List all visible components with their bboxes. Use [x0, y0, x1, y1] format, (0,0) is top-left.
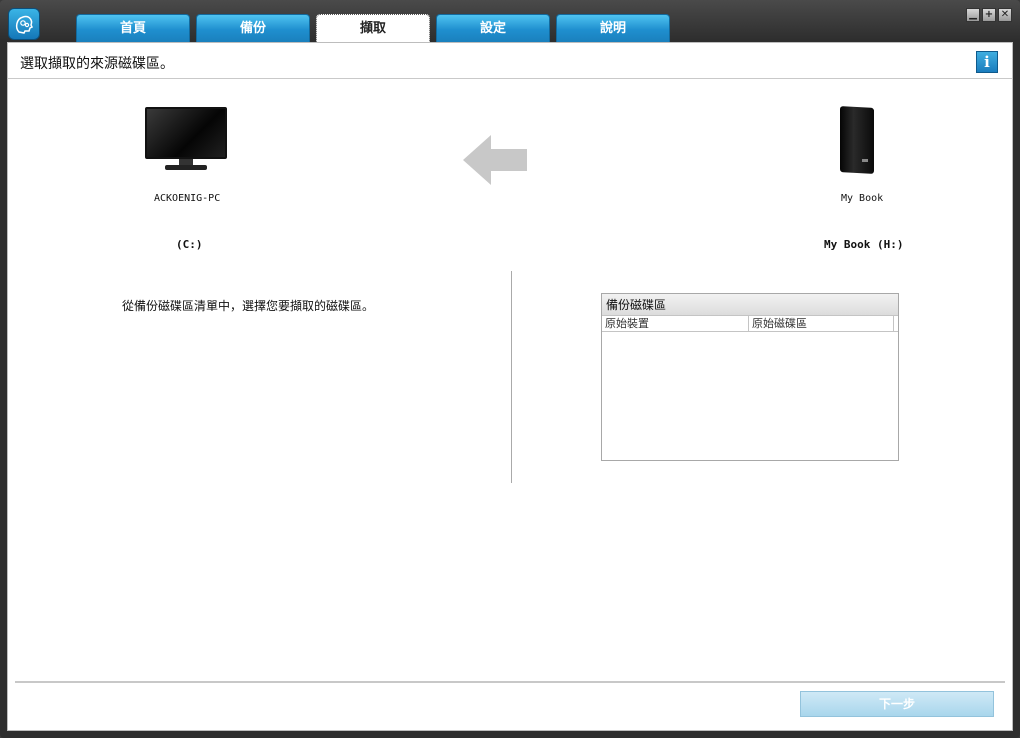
- content-panel: 選取擷取的來源磁碟區。 i ACKOENIG-PC (C:) My Book M…: [7, 42, 1013, 731]
- header-bar: 選取擷取的來源磁碟區。 i: [8, 43, 1012, 79]
- instruction-text: 從備份磁碟區清單中，選擇您要擷取的磁碟區。: [122, 299, 375, 313]
- next-button[interactable]: 下一步: [800, 691, 994, 717]
- vertical-divider: [511, 271, 512, 483]
- computer-monitor-icon[interactable]: [145, 107, 227, 173]
- list-column-headers: 原始裝置 原始磁碟區: [602, 316, 898, 332]
- tab-retrieve[interactable]: 擷取: [316, 14, 430, 43]
- tab-settings[interactable]: 設定: [436, 14, 550, 42]
- column-header-original-device[interactable]: 原始裝置: [602, 316, 749, 331]
- source-volume-label: (C:): [176, 238, 203, 251]
- footer-divider: [15, 681, 1005, 683]
- target-device-name: My Book: [841, 193, 884, 204]
- arrow-left-icon: [463, 135, 527, 185]
- app-logo-icon: [8, 8, 40, 40]
- maximize-button[interactable]: +: [982, 8, 996, 22]
- backup-volume-list[interactable]: 備份磁碟區 原始裝置 原始磁碟區: [601, 293, 899, 461]
- source-device-name: ACKOENIG-PC: [154, 193, 221, 204]
- tab-help[interactable]: 說明: [556, 14, 670, 42]
- info-icon[interactable]: i: [976, 51, 998, 73]
- app-window: ▁ + ✕ 首頁 備份 擷取 設定 說明 選取擷取的來源磁碟區。 i ACKOE…: [0, 0, 1020, 738]
- tab-backup[interactable]: 備份: [196, 14, 310, 42]
- external-drive-icon[interactable]: [840, 106, 876, 177]
- close-button[interactable]: ✕: [998, 8, 1012, 22]
- minimize-button[interactable]: ▁: [966, 8, 980, 22]
- tab-home[interactable]: 首頁: [76, 14, 190, 42]
- page-instruction-title: 選取擷取的來源磁碟區。: [20, 56, 174, 72]
- main-tabs: 首頁 備份 擷取 設定 說明: [76, 14, 670, 43]
- target-volume-label: My Book (H:): [824, 238, 904, 251]
- column-header-original-volume[interactable]: 原始磁碟區: [749, 316, 894, 331]
- list-title: 備份磁碟區: [602, 294, 898, 316]
